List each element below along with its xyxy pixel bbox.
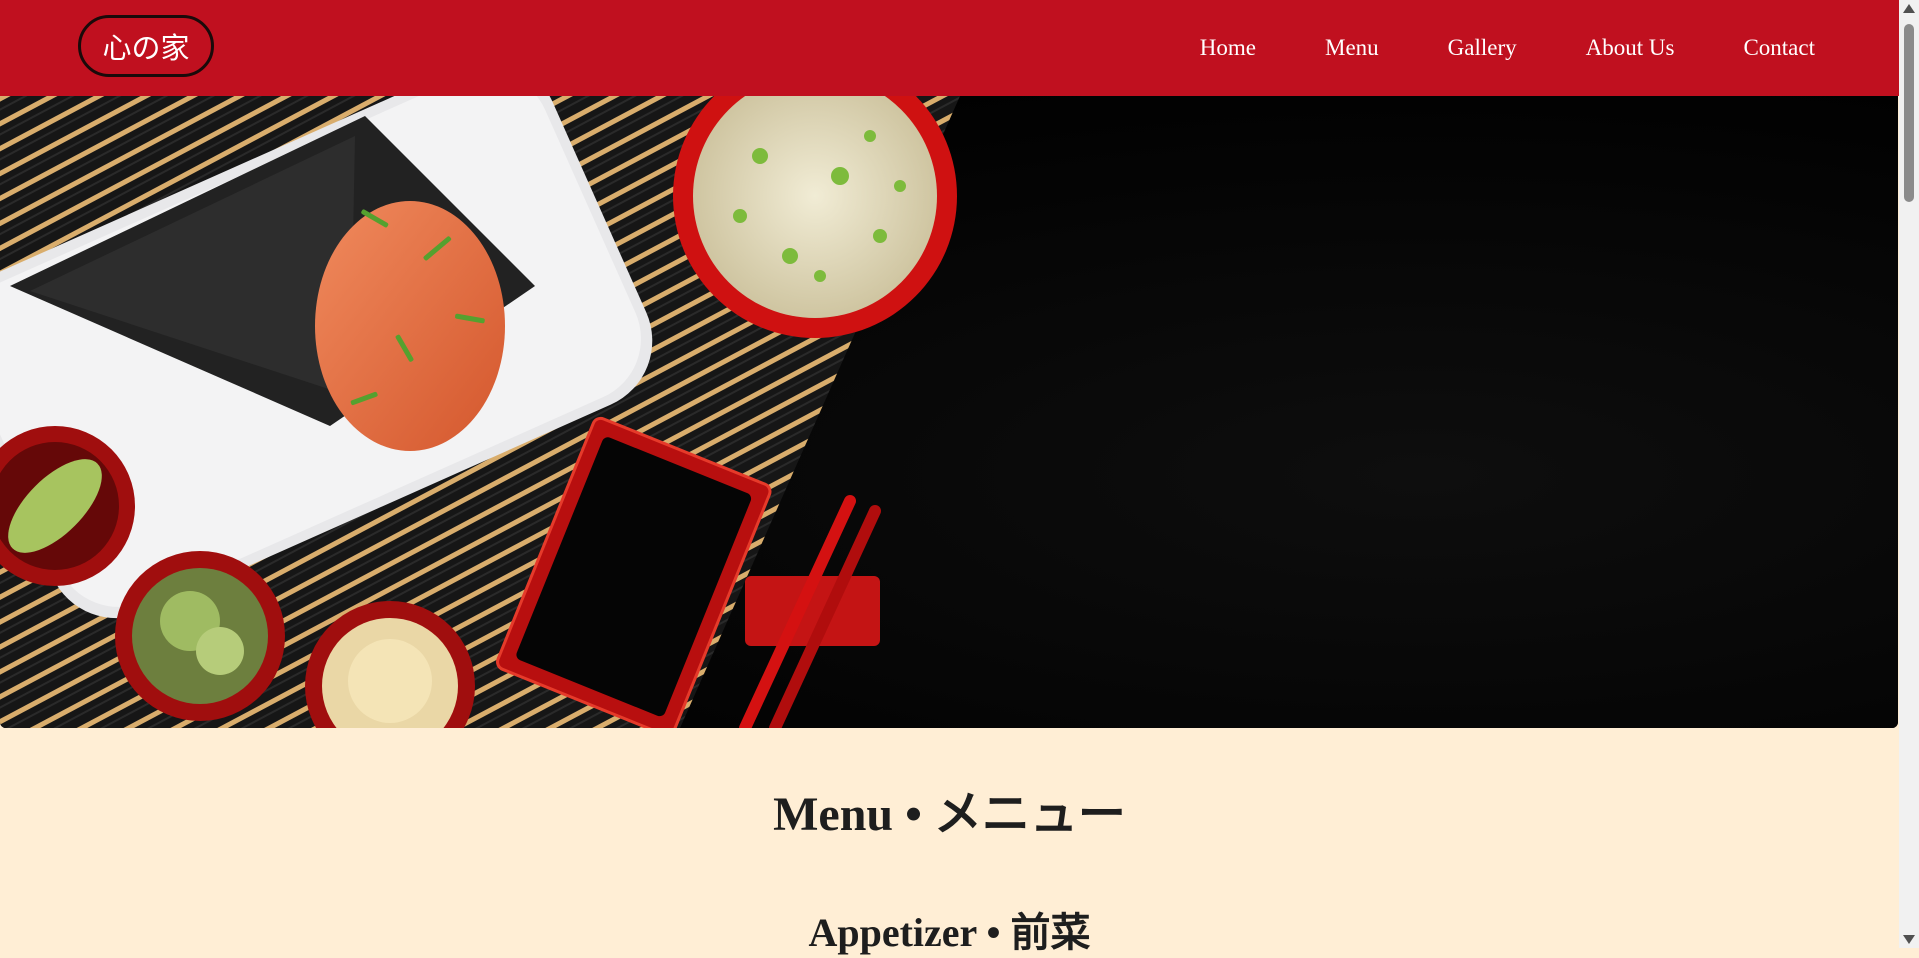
page-title: Menu • メニュー: [773, 788, 1126, 841]
scrollbar[interactable]: [1899, 0, 1919, 948]
main-nav: Home Menu Gallery About Us Contact: [1131, 0, 1815, 96]
hero-image: [0, 96, 1898, 728]
nav-home[interactable]: Home: [1200, 35, 1256, 61]
section-title-appetizer: Appetizer • 前菜: [808, 910, 1091, 955]
scroll-down-icon[interactable]: [1903, 935, 1915, 944]
nav-contact[interactable]: Contact: [1743, 35, 1815, 61]
scroll-thumb[interactable]: [1904, 24, 1914, 202]
hero-illustration: [0, 96, 1898, 728]
nav-gallery[interactable]: Gallery: [1448, 35, 1517, 61]
logo[interactable]: 心の家: [78, 15, 214, 77]
nav-about-us[interactable]: About Us: [1586, 35, 1675, 61]
site-header: 心の家 Home Menu Gallery About Us Contact: [0, 0, 1899, 96]
nav-menu[interactable]: Menu: [1325, 35, 1379, 61]
scroll-up-icon[interactable]: [1903, 4, 1915, 13]
